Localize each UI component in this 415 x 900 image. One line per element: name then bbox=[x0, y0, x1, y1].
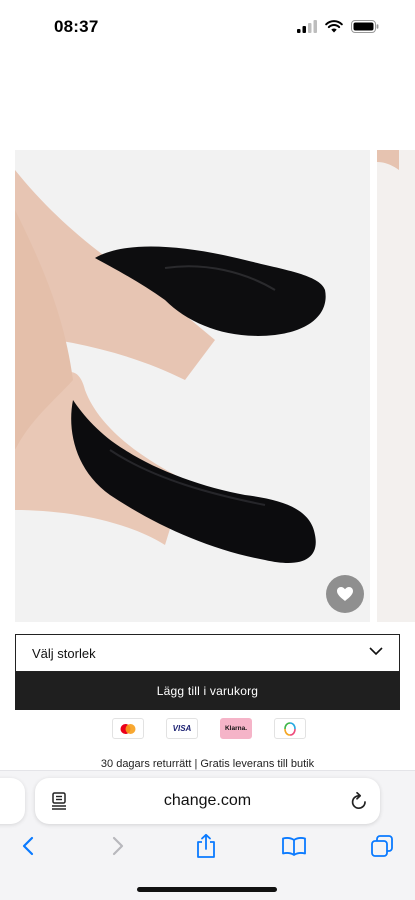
cellular-signal-icon bbox=[297, 20, 317, 33]
back-button[interactable] bbox=[14, 833, 42, 859]
browser-toolbar bbox=[0, 831, 415, 861]
bookmarks-button[interactable] bbox=[280, 833, 308, 859]
share-button[interactable] bbox=[192, 833, 220, 859]
book-icon bbox=[282, 837, 306, 856]
visa-logo: VISA bbox=[166, 718, 198, 739]
next-photo bbox=[377, 150, 415, 622]
home-indicator bbox=[137, 887, 277, 892]
returns-info: 30 dagars returrätt | Gratis leverans ti… bbox=[100, 758, 315, 770]
address-bar[interactable]: change.com bbox=[35, 778, 380, 824]
status-time: 08:37 bbox=[54, 17, 99, 36]
payment-methods: VISA Klarna. bbox=[112, 718, 306, 740]
previous-tab-peek[interactable] bbox=[0, 778, 25, 824]
swish-icon bbox=[284, 721, 296, 736]
favorite-button[interactable] bbox=[326, 575, 364, 613]
chevron-right-icon bbox=[112, 836, 124, 856]
add-to-cart-label: Lägg till i varukorg bbox=[156, 684, 259, 698]
chevron-left-icon bbox=[22, 836, 34, 856]
heart-icon bbox=[337, 587, 353, 601]
klarna-logo: Klarna. bbox=[220, 718, 252, 739]
status-icons bbox=[297, 20, 379, 33]
tabs-button[interactable] bbox=[368, 833, 396, 859]
wifi-icon bbox=[325, 20, 343, 33]
url-text: change.com bbox=[163, 792, 252, 809]
size-select[interactable]: Välj storlek bbox=[15, 634, 400, 672]
swish-logo bbox=[274, 718, 306, 739]
status-bar: 08:37 bbox=[0, 0, 415, 58]
mastercard-logo bbox=[112, 718, 144, 739]
product-gallery[interactable] bbox=[0, 150, 415, 622]
browser-bar: change.com bbox=[0, 770, 415, 900]
battery-icon bbox=[351, 20, 379, 33]
product-image[interactable] bbox=[15, 150, 370, 622]
add-to-cart-button[interactable]: Lägg till i varukorg bbox=[15, 672, 400, 710]
product-photo bbox=[15, 150, 370, 622]
chevron-down-icon bbox=[369, 647, 383, 656]
page-menu-icon[interactable] bbox=[51, 792, 67, 810]
reload-icon[interactable] bbox=[350, 791, 368, 811]
share-icon bbox=[197, 833, 215, 858]
tabs-icon bbox=[371, 835, 393, 857]
mastercard-icon bbox=[120, 723, 136, 734]
next-product-image[interactable] bbox=[377, 150, 415, 622]
size-select-label: Välj storlek bbox=[32, 645, 96, 661]
forward-button[interactable] bbox=[104, 833, 132, 859]
